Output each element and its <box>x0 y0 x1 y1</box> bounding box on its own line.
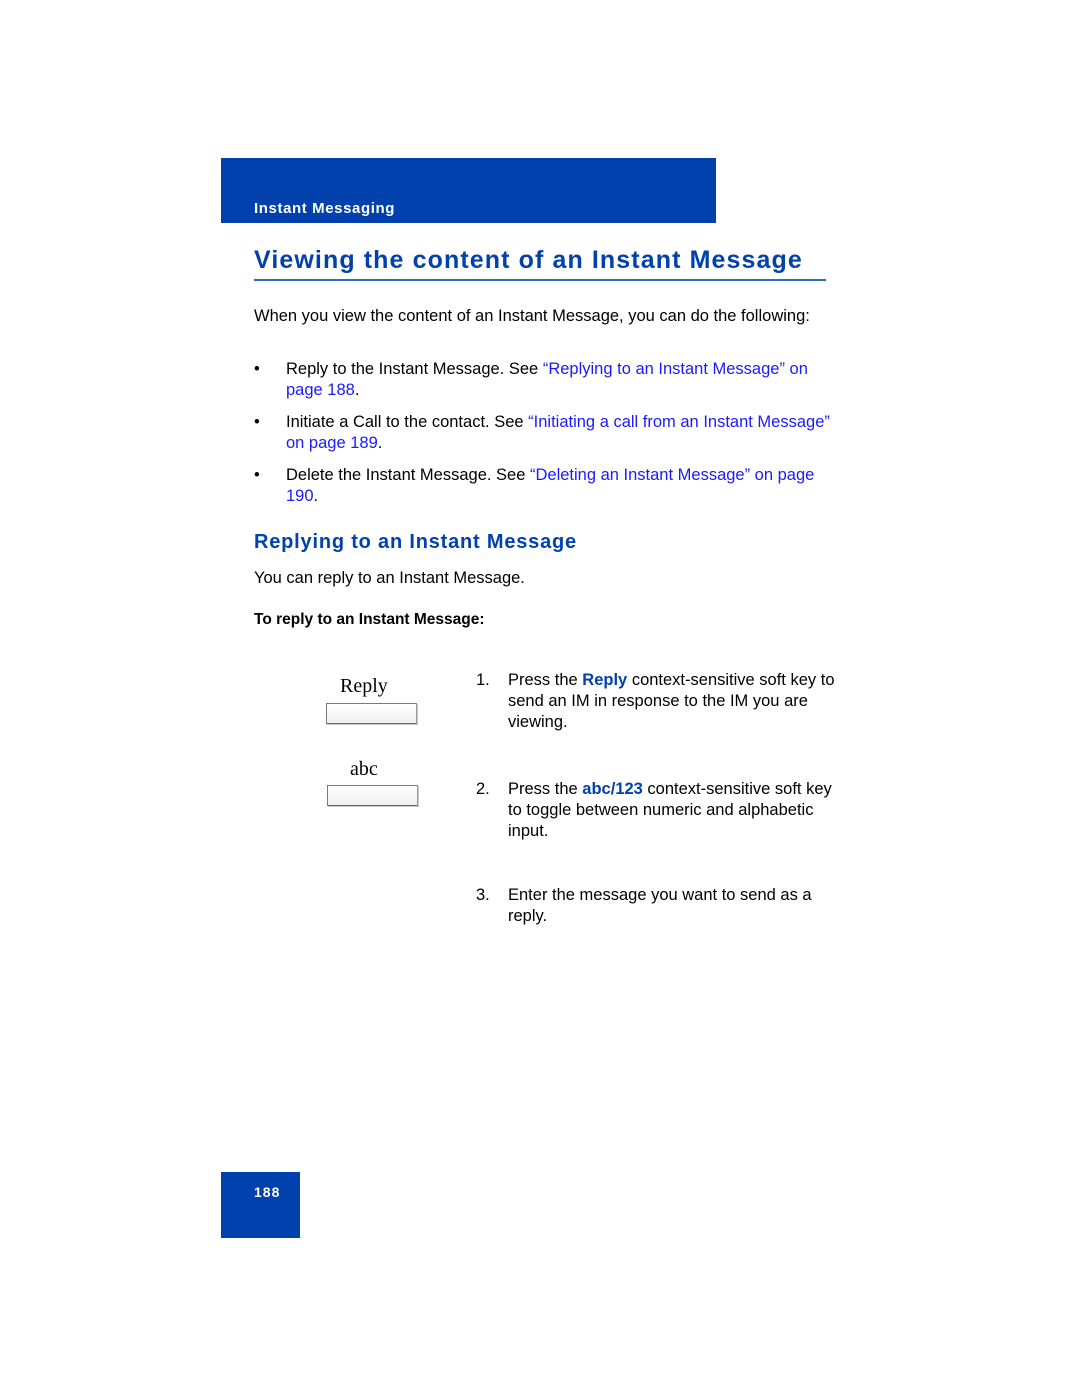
bullet-item-initiate-call: • Initiate a Call to the contact. See “I… <box>254 412 834 454</box>
softkey-abc-icon <box>327 785 418 806</box>
section-intro: You can reply to an Instant Message. <box>254 569 525 587</box>
section-title: Replying to an Instant Message <box>254 531 577 553</box>
chapter-label: Instant Messaging <box>254 200 396 217</box>
bullet-text: Reply to the Instant Message. See <box>286 360 543 378</box>
step-text: Enter the message you want to send as a … <box>508 886 812 925</box>
bullet-icon: • <box>254 360 260 378</box>
procedure-title: To reply to an Instant Message: <box>254 611 485 628</box>
bullet-icon: • <box>254 466 260 484</box>
bullet-item-delete: • Delete the Instant Message. See “Delet… <box>254 465 834 507</box>
procedure-step: 2. Press the abc/123 context-sensitive s… <box>476 779 836 842</box>
bullet-icon: • <box>254 413 260 431</box>
step-keyword: abc/123 <box>582 780 643 798</box>
page-title: Viewing the content of an Instant Messag… <box>254 246 803 274</box>
intro-paragraph: When you view the content of an Instant … <box>254 307 810 325</box>
procedure-step: 1. Press the Reply context-sensitive sof… <box>476 670 836 733</box>
title-underline <box>254 279 826 281</box>
page-number: 188 <box>254 1184 281 1200</box>
softkey-reply-icon <box>326 703 417 724</box>
step-number: 3. <box>476 886 490 904</box>
step-keyword: Reply <box>582 671 628 689</box>
step-number: 1. <box>476 671 490 689</box>
bullet-text: Initiate a Call to the contact. See <box>286 413 529 431</box>
softkey-reply-label: Reply <box>340 675 388 697</box>
bullet-item-reply: • Reply to the Instant Message. See “Rep… <box>254 359 834 401</box>
bullet-text: Delete the Instant Message. See <box>286 466 530 484</box>
chapter-header-bar: Instant Messaging <box>221 158 716 223</box>
step-number: 2. <box>476 780 490 798</box>
page-number-box: 188 <box>221 1172 300 1238</box>
bullet-trail: . <box>313 487 319 505</box>
procedure-step: 3. Enter the message you want to send as… <box>476 885 836 927</box>
bullet-trail: . <box>354 381 360 399</box>
step-text: Press the <box>508 780 583 798</box>
step-text: Press the <box>508 671 583 689</box>
bullet-trail: . <box>377 434 383 452</box>
softkey-abc-label: abc <box>350 758 378 780</box>
